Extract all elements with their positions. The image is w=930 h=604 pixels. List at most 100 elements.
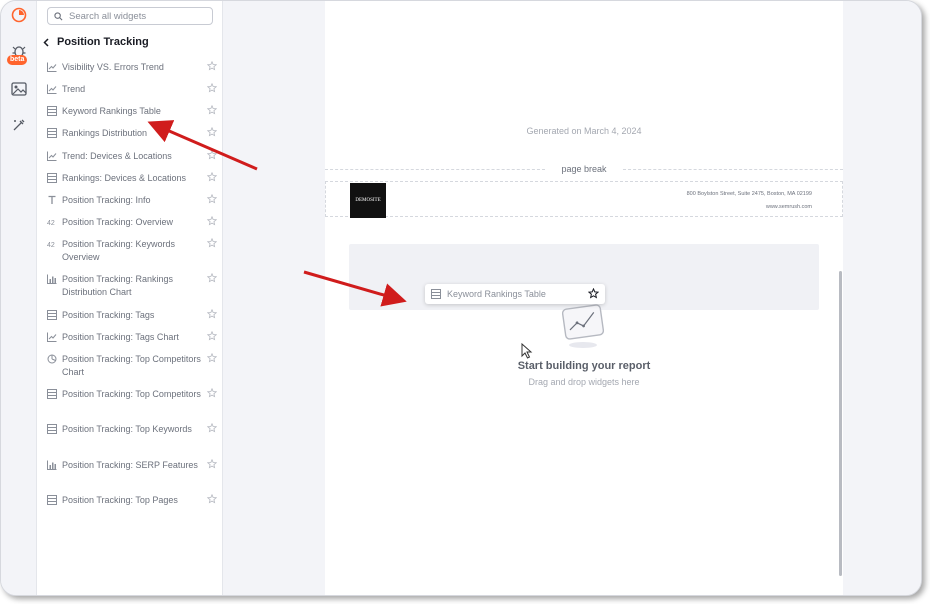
empty-state-subtitle: Drag and drop widgets here [528,377,640,387]
company-address: 800 Boylston Street, Suite 2475, Boston,… [687,188,812,214]
number-icon: 42 [47,239,57,249]
widget-item-label: Position Tracking: Keywords Overview [62,239,176,262]
widget-item-label: Position Tracking: SERP Features [62,460,198,470]
star-icon[interactable] [205,388,217,398]
widget-item[interactable]: 42 Position Tracking: Keywords Overview [47,238,217,264]
app-window: beta Search all widgets Position Trackin… [0,0,922,596]
widget-item[interactable]: Position Tracking: Tags [47,309,217,322]
star-icon[interactable] [205,105,217,115]
widget-item[interactable]: 42 Position Tracking: Overview [47,216,217,229]
widget-item[interactable]: Rankings Distribution [47,127,217,140]
widget-item[interactable]: Position Tracking: Top Competitors [47,388,217,401]
logo-text: DEMOSITE [355,198,381,203]
report-header-block[interactable]: DEMOSITE 800 Boylston Street, Suite 2475… [325,181,843,218]
widget-item-label: Rankings Distribution [62,128,148,138]
mouse-cursor-icon [521,343,533,359]
widget-item-label: Rankings: Devices & Locations [62,173,187,183]
semrush-logo-icon[interactable] [9,5,29,25]
widget-item-label: Keyword Rankings Table [62,106,161,116]
line-chart-icon [47,332,57,342]
star-icon[interactable] [205,494,217,504]
table-icon [431,289,441,299]
bar-chart-icon [47,460,57,470]
star-icon[interactable] [587,287,600,301]
star-icon[interactable] [205,331,217,341]
beta-badge: beta [7,55,28,65]
svg-text:42: 42 [47,220,55,227]
dragged-widget-card[interactable]: Keyword Rankings Table [425,284,605,304]
widget-item[interactable]: Trend [47,83,217,96]
widget-item[interactable]: Visibility VS. Errors Trend [47,61,217,74]
widget-item[interactable]: Rankings: Devices & Locations [47,172,217,185]
report-page: Generated on March 4, 2024 page break DE… [325,1,843,595]
report-canvas: Generated on March 4, 2024 page break DE… [223,1,921,595]
widgets-sidebar: Search all widgets Position Tracking Vis… [37,1,223,595]
website-line: www.semrush.com [765,204,812,210]
star-icon[interactable] [205,459,217,469]
number-icon: 42 [47,217,57,227]
widget-item[interactable]: Position Tracking: Top Keywords [47,423,217,436]
report-illustration-icon [559,301,609,356]
svg-text:42: 42 [47,242,55,249]
line-chart-icon [47,84,57,94]
line-chart-icon [47,62,57,72]
star-icon[interactable] [205,83,217,93]
page-break-label: page break [555,164,613,174]
widget-item-label: Position Tracking: Tags [62,310,155,320]
table-icon [47,495,57,505]
table-icon [47,173,57,183]
widget-item-label: Trend [62,84,86,94]
star-icon[interactable] [205,216,217,226]
search-placeholder: Search all widgets [69,10,147,22]
section-title: Position Tracking [57,36,149,48]
icon-rail: beta [1,1,37,595]
generated-date: Generated on March 4, 2024 [526,126,642,136]
star-icon[interactable] [205,238,217,248]
company-logo: DEMOSITE [350,183,386,218]
search-widgets-input[interactable]: Search all widgets [47,7,213,25]
widget-item[interactable]: Keyword Rankings Table [47,105,217,118]
star-icon[interactable] [205,150,217,160]
star-icon[interactable] [205,172,217,182]
star-icon[interactable] [205,423,217,433]
widget-item-label: Trend: Devices & Locations [62,151,172,161]
widget-item-label: Visibility VS. Errors Trend [62,62,164,72]
search-icon [54,11,63,20]
star-icon[interactable] [205,273,217,283]
dragged-widget-label: Keyword Rankings Table [447,289,546,299]
bar-chart-icon [47,274,57,284]
star-icon[interactable] [205,353,217,363]
widget-item[interactable]: Position Tracking: Tags Chart [47,331,217,344]
widget-item-label: Position Tracking: Top Competitors [62,389,201,399]
widget-item[interactable]: Trend: Devices & Locations [47,150,217,163]
widget-item[interactable]: Position Tracking: SERP Features [47,459,217,472]
table-icon [47,106,57,116]
pie-chart-icon [47,354,57,364]
table-icon [47,424,57,434]
chevron-left-icon[interactable] [43,37,49,47]
image-icon[interactable] [9,79,29,99]
widget-item[interactable]: Position Tracking: Top Pages [47,494,217,507]
vertical-scrollbar[interactable] [839,271,842,576]
text-icon [47,195,57,205]
star-icon[interactable] [205,194,217,204]
table-icon [47,128,57,138]
section-header[interactable]: Position Tracking [43,36,149,48]
table-icon [47,310,57,320]
widget-item-label: Position Tracking: Tags Chart [62,332,179,342]
page-break[interactable]: page break [325,164,843,174]
widget-item[interactable]: Position Tracking: Top Competitors Chart [47,353,217,379]
widget-item[interactable]: Position Tracking: Info [47,194,217,207]
widget-item-label: Position Tracking: Top Pages [62,495,178,505]
widget-item-label: Position Tracking: Info [62,195,151,205]
empty-state-title: Start building your report [517,360,651,372]
address-line: 800 Boylston Street, Suite 2475, Boston,… [686,191,812,197]
widget-item[interactable]: Position Tracking: Rankings Distribution… [47,273,217,299]
widget-item-label: Position Tracking: Top Competitors Chart [62,354,201,377]
widget-item-label: Position Tracking: Rankings Distribution… [62,274,174,297]
star-icon[interactable] [205,309,217,319]
widget-item-label: Position Tracking: Top Keywords [62,424,192,434]
design-tools-icon[interactable] [9,115,29,135]
star-icon[interactable] [205,61,217,71]
star-icon[interactable] [205,127,217,137]
